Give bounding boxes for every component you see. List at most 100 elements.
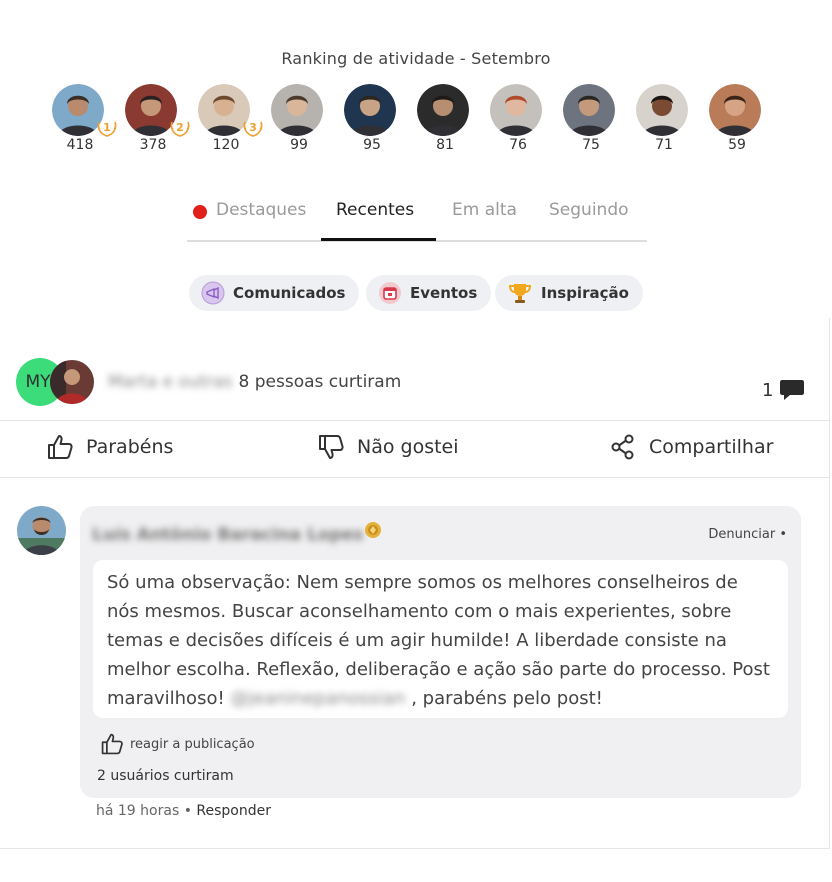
ranking-user[interactable]: 99	[271, 84, 344, 153]
thumbs-down-icon	[319, 435, 344, 459]
comment-body: Só uma observação: Nem sempre somos os m…	[93, 560, 788, 718]
feed-tabs: Destaques Recentes Em alta Seguindo	[187, 196, 647, 242]
ranking-user[interactable]: 95	[344, 84, 417, 153]
card-border	[829, 318, 830, 848]
congrats-button[interactable]: Parabéns	[46, 433, 173, 461]
comment-meta: há 19 horas • Responder	[96, 803, 271, 819]
dislike-button[interactable]: Não gostei	[317, 433, 459, 461]
user-avatar	[417, 84, 469, 136]
chip-label: Inspiração	[541, 284, 629, 302]
chip-inspiracao[interactable]: Inspiração	[495, 275, 643, 311]
ranking-score: 95	[363, 137, 381, 153]
comment-bubble-icon	[780, 380, 805, 400]
ranking-avatar-wrap	[563, 84, 615, 136]
ranking-avatar-wrap	[636, 84, 688, 136]
ranking-score: 99	[290, 137, 308, 153]
ranking-user[interactable]: 76	[490, 84, 563, 153]
ranking-avatar-wrap: 3	[198, 84, 263, 137]
ranking-user[interactable]: 81	[417, 84, 490, 153]
rank-position: 1	[103, 121, 111, 134]
tab-label: Recentes	[336, 200, 415, 220]
thumbs-up-icon	[48, 435, 73, 459]
ranking-title: Ranking de atividade - Setembro	[281, 49, 551, 68]
ranking-user[interactable]: 75	[563, 84, 636, 153]
user-avatar	[709, 84, 761, 136]
user-avatar	[344, 84, 396, 136]
user-avatar	[563, 84, 615, 136]
ranking-avatar-wrap	[709, 84, 761, 136]
comment-text-end: , parabéns pelo post!	[405, 688, 603, 709]
ranking-score: 71	[655, 137, 673, 153]
ranking-score: 81	[436, 137, 454, 153]
tab-label: Seguindo	[549, 200, 629, 220]
ranking-user[interactable]: 59	[709, 84, 782, 153]
comment-author-avatar[interactable]	[17, 506, 66, 555]
comment-author-name[interactable]: Luís Antônio Baracina Lopes	[92, 525, 363, 545]
likers-names: Marta e outras	[108, 372, 233, 392]
ranking-user[interactable]: 2 378	[125, 84, 198, 153]
divider	[0, 420, 830, 421]
comment-count: 1	[762, 379, 774, 401]
tab-label: Destaques	[216, 200, 307, 220]
liker-avatar	[50, 360, 94, 404]
ranking-user[interactable]: 1 418	[52, 84, 125, 153]
chip-label: Comunicados	[233, 284, 346, 302]
ranking-avatar-wrap	[344, 84, 396, 136]
comment-counter[interactable]: 1	[762, 378, 805, 402]
divider	[0, 477, 830, 478]
congrats-label: Parabéns	[86, 436, 174, 458]
likers-count-text: 8 pessoas curtiram	[238, 372, 402, 392]
ranking-avatar-wrap: 1	[52, 84, 117, 137]
comment-time: há 19 horas	[96, 803, 180, 819]
activity-ranking: 1 418 2 378 3 120 99 95 81 76 75 71 59	[52, 84, 782, 153]
ranking-avatar-wrap	[490, 84, 542, 136]
ranking-score: 120	[212, 137, 240, 153]
comment-likes[interactable]: 2 usuários curtiram	[97, 768, 234, 784]
post-likers[interactable]: MY Marta e outras 8 pessoas curtiram	[16, 358, 401, 406]
author-badge-icon	[365, 522, 381, 538]
tab-label: Em alta	[452, 200, 517, 220]
ranking-avatar-wrap	[417, 84, 469, 136]
tab-em-alta[interactable]: Em alta	[452, 196, 517, 242]
chip-label: Eventos	[410, 284, 478, 302]
ranking-score: 75	[582, 137, 600, 153]
rank-medal-icon: 1	[97, 121, 117, 137]
ranking-avatar-wrap	[271, 84, 323, 136]
ranking-score: 378	[139, 137, 167, 153]
react-label: reagir a publicação	[130, 736, 255, 752]
share-icon	[611, 434, 634, 460]
card-border-bottom	[0, 848, 830, 849]
tab-seguindo[interactable]: Seguindo	[549, 196, 629, 242]
ranking-score: 418	[66, 137, 94, 153]
report-link[interactable]: Denunciar •	[708, 527, 787, 542]
tab-destaques[interactable]: Destaques	[193, 196, 306, 242]
user-avatar	[636, 84, 688, 136]
live-dot-icon	[193, 205, 207, 219]
dislike-label: Não gostei	[357, 436, 459, 458]
reply-link[interactable]: Responder	[196, 803, 271, 819]
share-label: Compartilhar	[649, 436, 774, 458]
user-avatar	[271, 84, 323, 136]
ranking-user[interactable]: 3 120	[198, 84, 271, 153]
chip-eventos[interactable]: Eventos	[366, 275, 492, 311]
rank-position: 3	[249, 121, 257, 134]
tab-recentes[interactable]: Recentes	[336, 196, 414, 242]
meta-separator: •	[183, 803, 192, 819]
calendar-icon	[379, 282, 401, 304]
comment-card: Luís Antônio Baracina Lopes Denunciar • …	[80, 506, 801, 798]
thumbs-up-icon	[101, 733, 123, 755]
react-button[interactable]: reagir a publicação	[100, 732, 255, 756]
rank-medal-icon: 2	[170, 121, 190, 137]
ranking-score: 76	[509, 137, 527, 153]
share-button[interactable]: Compartilhar	[609, 433, 773, 461]
trophy-icon	[508, 284, 532, 303]
ranking-score: 59	[728, 137, 746, 153]
chip-comunicados[interactable]: Comunicados	[189, 275, 360, 311]
ranking-avatar-wrap: 2	[125, 84, 190, 137]
rank-medal-icon: 3	[243, 121, 263, 137]
active-tab-indicator	[321, 238, 436, 241]
rank-position: 2	[176, 121, 184, 134]
ranking-user[interactable]: 71	[636, 84, 709, 153]
user-mention[interactable]: @jeaninepanossian	[230, 688, 405, 709]
megaphone-icon	[201, 281, 225, 305]
